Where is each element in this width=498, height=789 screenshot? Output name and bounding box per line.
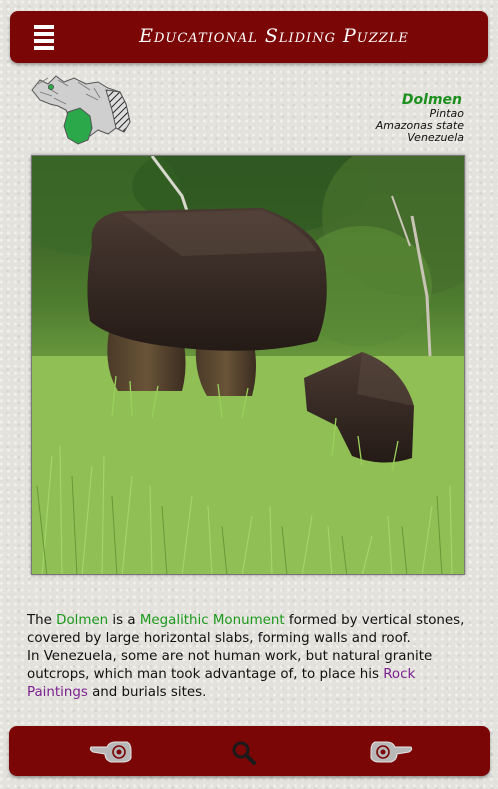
dolmen-link[interactable]: Dolmen	[56, 613, 108, 628]
hamburger-menu-icon[interactable]	[34, 25, 54, 50]
footer-bar	[9, 726, 490, 776]
desc-text: is a	[108, 613, 140, 628]
desc-text: In Venezuela, some are not human work, b…	[27, 649, 433, 682]
venezuela-map-icon	[31, 75, 131, 145]
app-title: Educational Sliding Puzzle	[139, 25, 409, 47]
dolmen-photo	[32, 156, 464, 574]
location-country: Venezuela	[407, 131, 464, 144]
header-bar: Educational Sliding Puzzle	[10, 11, 488, 63]
description: The Dolmen is a Megalithic Monument form…	[27, 612, 477, 702]
pointing-hand-right-icon[interactable]	[369, 738, 413, 764]
megalithic-monument-link[interactable]: Megalithic Monument	[140, 613, 285, 628]
magnifier-icon[interactable]	[231, 740, 257, 766]
desc-text: and burials sites.	[87, 685, 207, 700]
desc-text: The	[27, 613, 57, 628]
location-name: Dolmen	[401, 92, 462, 108]
location-info: Dolmen Pintao Amazonas state Venezuela	[376, 92, 464, 144]
pointing-hand-left-icon[interactable]	[89, 738, 133, 764]
puzzle-image[interactable]	[31, 155, 465, 575]
